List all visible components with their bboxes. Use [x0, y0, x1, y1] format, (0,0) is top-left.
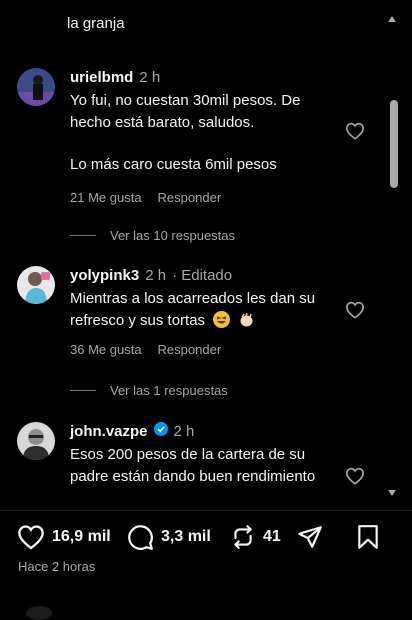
avatar	[26, 606, 52, 620]
replies-line	[70, 390, 96, 391]
comment-likes-count[interactable]: 36 Me gusta	[70, 342, 142, 357]
view-replies-button[interactable]: Ver las 10 respuestas	[70, 228, 235, 243]
scrollbar-thumb[interactable]	[390, 100, 398, 188]
share-button[interactable]	[297, 520, 323, 554]
comment-line	[70, 134, 340, 154]
comment-username[interactable]: john.vazpe	[70, 422, 148, 442]
comments-list: la granja urielbmd 2 h Yo fui, no cuesta…	[0, 0, 412, 510]
comment-line: Yo fui, no cuestan 30mil pesos. De hecho…	[70, 92, 301, 131]
comment-likes-count[interactable]: 21 Me gusta	[70, 190, 142, 205]
comment-time: 2 h	[173, 423, 195, 440]
comment-line: Lo más caro cuesta 6mil pesos	[70, 156, 277, 173]
avatar[interactable]	[17, 68, 55, 106]
view-replies-label: Ver las 1 respuestas	[110, 383, 228, 398]
bookmark-icon	[356, 524, 380, 550]
save-button[interactable]	[356, 520, 380, 554]
like-button[interactable]: 16,9 mil	[17, 520, 111, 554]
share-icon	[297, 524, 323, 550]
comment-username[interactable]: urielbmd	[70, 68, 133, 88]
avatar[interactable]	[17, 422, 55, 460]
comment-line: Mientras a los acarreados les dan su ref…	[70, 290, 316, 329]
post-timestamp[interactable]: Hace 2 horas	[18, 559, 95, 574]
comment-username[interactable]: yolypink3	[70, 266, 139, 286]
comment-text-tail: la granja	[67, 15, 125, 32]
comment-time: 2 h	[139, 69, 161, 86]
repost-icon	[230, 524, 256, 550]
avatar[interactable]	[17, 266, 55, 304]
scroll-up-arrow[interactable]	[388, 16, 396, 22]
comments-count: 3,3 mil	[161, 528, 211, 545]
clapping-emoji-icon	[238, 311, 255, 328]
reposts-count: 41	[263, 528, 281, 545]
heart-icon[interactable]	[345, 301, 367, 321]
reply-button[interactable]: Responder	[158, 342, 222, 357]
comment-line: Esos 200 pesos de la cartera de su padre…	[70, 446, 316, 485]
comment-body: Yo fui, no cuestan 30mil pesos. De hecho…	[70, 90, 340, 176]
heart-icon	[17, 524, 45, 550]
heart-icon[interactable]	[345, 467, 367, 487]
likes-count: 16,9 mil	[52, 528, 111, 545]
divider	[0, 510, 412, 511]
repost-button[interactable]: 41	[230, 520, 281, 554]
comment-body: Esos 200 pesos de la cartera de su padre…	[70, 444, 340, 488]
verified-icon	[153, 422, 168, 442]
heart-icon[interactable]	[345, 122, 367, 142]
reply-button[interactable]: Responder	[158, 190, 222, 205]
comment-body: Mientras a los acarreados les dan su ref…	[70, 288, 340, 332]
comment-time: 2 h	[145, 267, 167, 284]
post-action-bar: 16,9 mil 3,3 mil 41	[0, 520, 412, 554]
view-replies-button[interactable]: Ver las 1 respuestas	[70, 383, 228, 398]
comment-button[interactable]: 3,3 mil	[127, 520, 211, 554]
edited-label: · Editado	[172, 267, 233, 284]
laughing-emoji-icon	[213, 311, 231, 328]
comment-bubble-icon	[127, 524, 154, 551]
replies-line	[70, 235, 96, 236]
view-replies-label: Ver las 10 respuestas	[110, 228, 236, 243]
scroll-down-arrow[interactable]	[388, 490, 396, 496]
